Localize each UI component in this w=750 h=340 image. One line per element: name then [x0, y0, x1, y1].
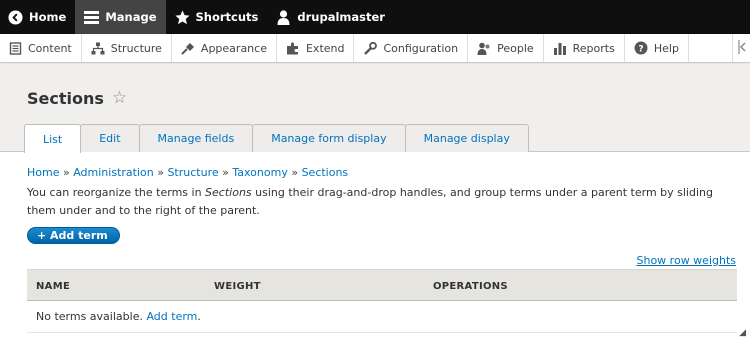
page-header: Sections ☆ List Edit Manage fields Manag… [0, 64, 750, 153]
column-header-name: NAME [36, 281, 71, 292]
toolbar-shortcuts-label: Shortcuts [195, 10, 259, 24]
user-icon [276, 9, 291, 25]
reports-icon [553, 42, 566, 55]
tray-item-people[interactable]: People [468, 34, 544, 62]
toolbar-home-link[interactable]: Home [0, 0, 75, 34]
help-text: You can reorganize the terms in Sections… [27, 184, 739, 220]
resize-handle-icon[interactable]: ◢ [739, 328, 746, 338]
table-header: NAME WEIGHT OPERATIONS [27, 269, 737, 301]
svg-text:?: ? [638, 45, 643, 55]
tray-item-label: Structure [110, 41, 162, 55]
configuration-icon [364, 41, 378, 55]
toolbar-user-link[interactable]: drupalmaster [267, 0, 394, 34]
terms-table: NAME WEIGHT OPERATIONS No terms availabl… [27, 269, 737, 333]
breadcrumb-separator: » [291, 166, 299, 179]
tray-item-label: Configuration [383, 41, 459, 55]
tray-item-label: Content [28, 41, 72, 55]
empty-add-term-link[interactable]: Add term [146, 310, 197, 323]
people-icon [477, 42, 490, 55]
toolbar-home-label: Home [29, 10, 67, 24]
tray-item-label: Appearance [200, 41, 267, 55]
breadcrumb-separator: » [222, 166, 229, 179]
help-icon: ? [634, 41, 648, 55]
breadcrumb-home[interactable]: Home [27, 166, 59, 179]
tray-item-structure[interactable]: Structure [82, 34, 172, 62]
tray-item-label: Reports [572, 41, 615, 55]
breadcrumb-sections[interactable]: Sections [302, 166, 349, 179]
empty-message-tail: . [197, 310, 201, 323]
toolbar-manage-label: Manage [105, 10, 157, 24]
column-header-weight: WEIGHT [214, 281, 261, 292]
page-title: Sections ☆ [27, 88, 127, 108]
tab-list[interactable]: List [24, 124, 82, 153]
tray-item-content[interactable]: Content [0, 34, 82, 62]
extend-icon [286, 42, 298, 54]
column-header-operations: OPERATIONS [433, 281, 508, 292]
breadcrumb-taxonomy[interactable]: Taxonomy [232, 166, 287, 179]
show-row-weights-link[interactable]: Show row weights [637, 254, 737, 267]
admin-toolbar: Home Manage Shortcuts drupalmaster [0, 0, 750, 34]
table-empty-row: No terms available. Add term. [27, 301, 737, 333]
tray-item-appearance[interactable]: Appearance [172, 34, 277, 62]
structure-icon [91, 42, 105, 54]
breadcrumb-separator: » [62, 166, 70, 179]
help-text-before: You can reorganize the terms in [27, 186, 206, 199]
hamburger-icon [84, 10, 100, 25]
add-term-button[interactable]: + Add term [27, 227, 120, 244]
tray-item-reports[interactable]: Reports [544, 34, 625, 62]
breadcrumb-structure[interactable]: Structure [167, 166, 218, 179]
tray-item-help[interactable]: ? Help [625, 34, 689, 62]
tab-edit[interactable]: Edit [80, 124, 140, 152]
breadcrumb: Home » Administration » Structure » Taxo… [27, 166, 348, 179]
breadcrumb-separator: » [157, 166, 164, 179]
star-icon [174, 9, 190, 25]
tab-manage-display[interactable]: Manage display [404, 124, 529, 152]
tab-manage-form-display[interactable]: Manage form display [252, 124, 406, 152]
tray-item-configuration[interactable]: Configuration [354, 34, 469, 62]
back-arrow-icon [8, 9, 23, 25]
page-title-text: Sections [27, 88, 104, 108]
tab-manage-fields[interactable]: Manage fields [138, 124, 254, 152]
toolbar-user-label: drupalmaster [297, 10, 385, 24]
breadcrumb-administration[interactable]: Administration [73, 166, 154, 179]
tray-item-label: Extend [305, 41, 345, 55]
appearance-icon [181, 42, 194, 55]
toolbar-shortcuts-link[interactable]: Shortcuts [166, 0, 268, 34]
admin-menu-tray: Content Structure Appearance Extend Conf… [0, 34, 750, 63]
primary-tabs: List Edit Manage fields Manage form disp… [24, 124, 529, 153]
tray-item-label: Help [653, 41, 679, 55]
empty-message: No terms available. [36, 310, 143, 323]
help-text-vocabulary: Sections [205, 186, 252, 199]
toolbar-manage-link[interactable]: Manage [75, 0, 166, 34]
add-shortcut-star-icon[interactable]: ☆ [112, 88, 127, 108]
chevron-left-icon [737, 39, 747, 57]
tray-item-extend[interactable]: Extend [277, 34, 355, 62]
content-icon [9, 41, 22, 55]
tray-orientation-toggle[interactable] [732, 34, 750, 62]
tray-item-label: People [497, 41, 534, 55]
